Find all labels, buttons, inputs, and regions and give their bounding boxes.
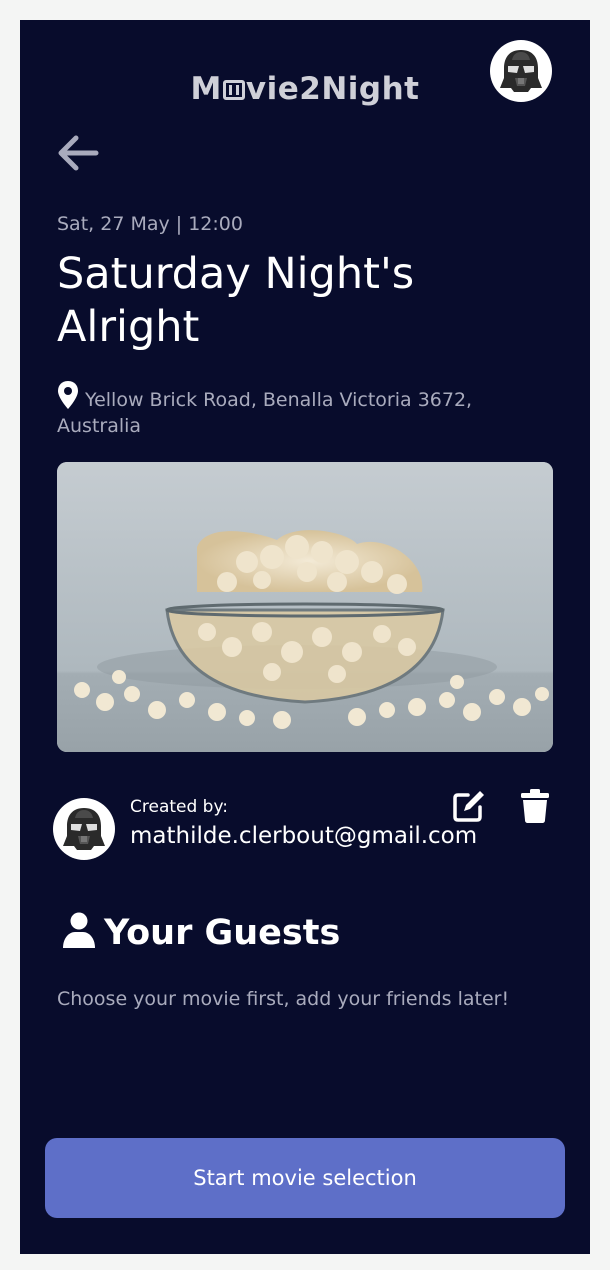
trash-icon	[521, 789, 549, 823]
edit-event-button[interactable]	[452, 789, 486, 823]
event-location: Yellow Brick Road, Benalla Victoria 3672…	[57, 380, 547, 439]
profile-avatar-button[interactable]	[490, 40, 552, 102]
arrow-left-icon	[58, 135, 99, 171]
creator-avatar	[53, 798, 115, 860]
guests-empty-note: Choose your movie first, add your friend…	[57, 988, 510, 1010]
logo-text-suffix: vie2Night	[245, 71, 420, 107]
delete-event-button[interactable]	[520, 789, 550, 823]
edit-icon	[453, 791, 484, 822]
app-screen: Mvie2Night Sat, 27 May | 12:00 Saturday …	[20, 20, 590, 1254]
darth-vader-helmet-icon	[500, 50, 542, 92]
back-button[interactable]	[56, 134, 100, 172]
created-by-label: Created by:	[130, 797, 229, 817]
darth-vader-helmet-icon	[63, 808, 105, 850]
event-datetime: Sat, 27 May | 12:00	[57, 213, 243, 235]
logo-text-prefix: M	[190, 71, 222, 107]
map-pin-icon	[57, 380, 79, 410]
guests-heading-text: Your Guests	[104, 913, 341, 953]
event-image	[57, 462, 553, 752]
guests-heading: Your Guests	[62, 910, 340, 956]
popcorn-bowl-image	[57, 462, 553, 752]
film-reel-icon	[222, 80, 245, 100]
event-title: Saturday Night's Alright	[57, 249, 415, 352]
user-icon	[62, 912, 96, 948]
event-location-text: Yellow Brick Road, Benalla Victoria 3672…	[57, 389, 473, 437]
creator-email: mathilde.clerbout@gmail.com	[130, 823, 478, 849]
start-movie-selection-button[interactable]: Start movie selection	[45, 1138, 565, 1218]
